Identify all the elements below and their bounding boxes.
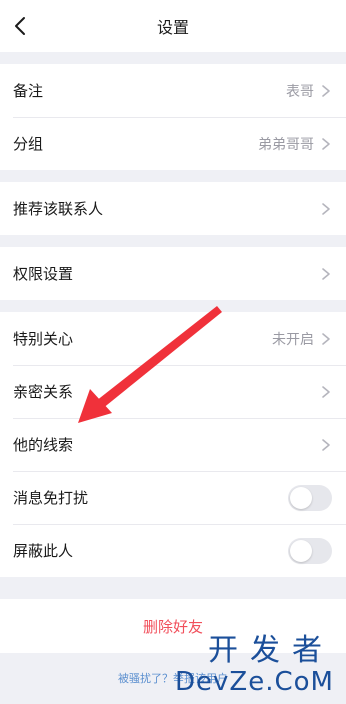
chevron-right-icon xyxy=(322,332,330,345)
special-care-row[interactable]: 特别关心 未开启 xyxy=(0,312,346,365)
page-title: 设置 xyxy=(156,18,189,37)
remark-label: 备注 xyxy=(13,82,44,100)
remark-value: 表哥 xyxy=(286,83,314,100)
do-not-disturb-label: 消息免打扰 xyxy=(13,489,89,507)
chevron-right-icon xyxy=(322,385,330,398)
back-arrow-icon[interactable] xyxy=(8,13,34,39)
delete-friend-button[interactable]: 删除好友 xyxy=(143,616,203,637)
intimate-relation-row[interactable]: 亲密关系 xyxy=(0,365,346,418)
special-care-label: 特别关心 xyxy=(13,330,74,348)
nav-bar: 设置 xyxy=(0,0,346,52)
group-row[interactable]: 分组 弟弟哥哥 xyxy=(0,117,346,170)
toggle-knob xyxy=(290,486,312,509)
chevron-right-icon xyxy=(322,202,330,215)
block-user-label: 屏蔽此人 xyxy=(13,542,74,560)
his-clues-row[interactable]: 他的线索 xyxy=(0,418,346,471)
report-link[interactable]: 被骚扰了？举报该用户 xyxy=(0,670,346,686)
permission-settings-label: 权限设置 xyxy=(13,265,74,283)
permission-group: 权限设置 xyxy=(0,247,346,300)
special-care-value: 未开启 xyxy=(272,331,314,348)
chevron-right-icon xyxy=(322,267,330,280)
intimate-relation-label: 亲密关系 xyxy=(13,383,74,401)
recommend-contact-label: 推荐该联系人 xyxy=(13,200,104,218)
remark-row[interactable]: 备注 表哥 xyxy=(0,64,346,117)
delete-friend-section: 删除好友 xyxy=(0,599,346,653)
chevron-right-icon xyxy=(322,438,330,451)
group-label: 分组 xyxy=(13,135,44,153)
block-user-toggle[interactable] xyxy=(288,537,332,564)
recommend-contact-row[interactable]: 推荐该联系人 xyxy=(0,182,346,235)
recommend-group: 推荐该联系人 xyxy=(0,182,346,235)
chevron-right-icon xyxy=(322,137,330,150)
info-group: 备注 表哥 分组 弟弟哥哥 xyxy=(0,64,346,170)
group-value: 弟弟哥哥 xyxy=(258,136,314,153)
his-clues-label: 他的线索 xyxy=(13,436,74,454)
relation-group: 特别关心 未开启 亲密关系 他的线索 消息免打扰 屏蔽此人 xyxy=(0,312,346,577)
chevron-right-icon xyxy=(322,84,330,97)
do-not-disturb-row: 消息免打扰 xyxy=(0,471,346,524)
do-not-disturb-toggle[interactable] xyxy=(288,484,332,511)
toggle-knob xyxy=(290,539,312,562)
permission-settings-row[interactable]: 权限设置 xyxy=(0,247,346,300)
block-user-row: 屏蔽此人 xyxy=(0,524,346,577)
